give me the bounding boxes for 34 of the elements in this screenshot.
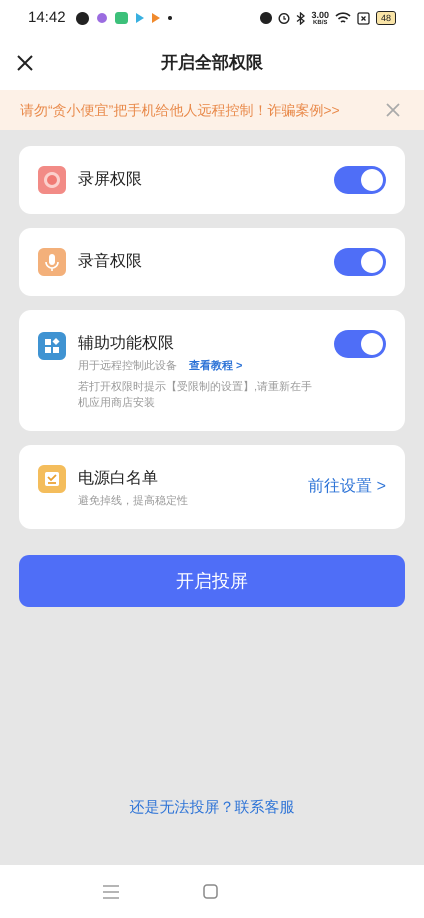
page-title: 开启全部权限 <box>161 52 263 74</box>
record-icon <box>38 166 66 194</box>
permission-title: 录音权限 <box>78 252 143 272</box>
settings-link[interactable]: 前往设置 > <box>308 474 386 499</box>
start-casting-button[interactable]: 开启投屏 <box>19 555 405 607</box>
tutorial-link[interactable]: 查看教程 > <box>189 358 242 374</box>
wifi-icon <box>334 12 351 24</box>
dot-icon <box>168 16 172 20</box>
home-icon[interactable] <box>203 884 218 899</box>
alarm-icon <box>278 12 290 24</box>
battery-indicator: 48 <box>376 11 396 25</box>
toggle-switch[interactable] <box>334 330 386 358</box>
permission-title: 录屏权限 <box>78 170 143 190</box>
toggle-switch[interactable] <box>334 166 386 194</box>
app-notification-icon <box>76 12 89 24</box>
menu-icon[interactable] <box>103 884 119 898</box>
close-icon[interactable] <box>16 54 34 72</box>
sim-icon <box>356 12 370 24</box>
permission-title: 辅助功能权限 <box>78 334 175 354</box>
microphone-icon <box>38 248 66 276</box>
toggle-switch[interactable] <box>334 248 386 276</box>
permission-description: 避免掉线，提高稳定性 <box>78 494 188 508</box>
bluetooth-icon <box>296 12 306 24</box>
permission-description: 用于远程控制此设备 <box>78 359 177 374</box>
checklist-icon <box>38 464 66 492</box>
permission-note: 若打开权限时提示【受限制的设置】,请重新在手机应用商店安装 <box>78 380 314 410</box>
contact-support-link[interactable]: 还是无法投屏？联系客服 <box>130 796 294 819</box>
network-speed: 3.00 <box>311 10 329 20</box>
warning-text[interactable]: 请勿“贪小便宜”把手机给他人远程控制！诈骗案例>> <box>20 100 340 120</box>
app-notification-icon <box>96 13 107 23</box>
permission-title: 电源白名单 <box>78 468 159 488</box>
grid-icon <box>38 332 66 360</box>
clock: 14:42 <box>28 8 66 28</box>
app-notification-icon <box>114 12 128 24</box>
